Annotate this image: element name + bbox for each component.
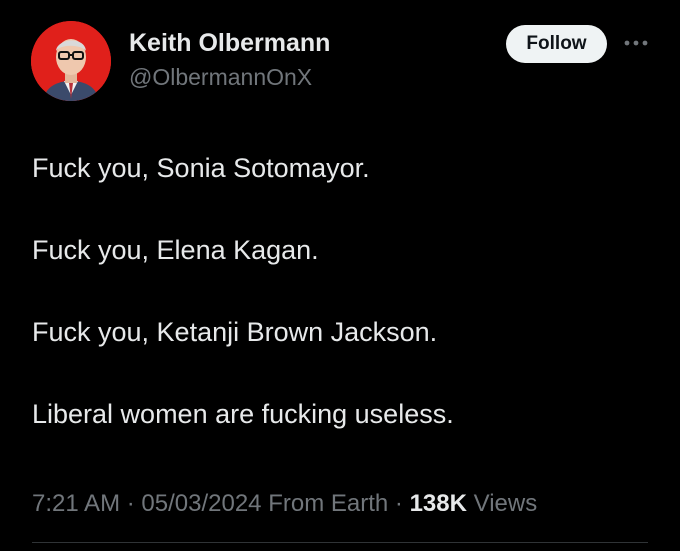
tweet-date[interactable]: 05/03/2024 bbox=[141, 490, 261, 517]
tweet-line: Liberal women are fucking useless. bbox=[32, 399, 454, 429]
avatar[interactable] bbox=[31, 21, 111, 101]
meta-separator bbox=[388, 490, 395, 517]
more-options-button[interactable] bbox=[621, 32, 651, 54]
author-handle[interactable]: @OlbermannOnX bbox=[129, 63, 330, 91]
tweet-line: Fuck you, Elena Kagan. bbox=[32, 235, 319, 265]
user-avatar-photo-icon bbox=[31, 21, 111, 101]
more-dots-icon bbox=[624, 40, 648, 46]
tweet-metadata: 7:21 AM · 05/03/2024 From Earth · 138K V… bbox=[32, 488, 537, 520]
follow-button[interactable]: Follow bbox=[506, 25, 607, 63]
divider bbox=[32, 542, 648, 543]
tweet-text: Fuck you, Sonia Sotomayor. Fuck you, Ele… bbox=[32, 150, 652, 432]
tweet-source: From Earth bbox=[268, 490, 389, 517]
meta-separator: · bbox=[394, 490, 403, 517]
views-count[interactable]: 138K bbox=[410, 490, 467, 517]
author-display-name[interactable]: Keith Olbermann bbox=[129, 28, 330, 58]
author-info: Keith Olbermann @OlbermannOnX bbox=[129, 28, 330, 91]
views-label: Views bbox=[473, 490, 538, 517]
tweet-time[interactable]: 7:21 AM bbox=[32, 490, 120, 517]
tweet-line: Fuck you, Ketanji Brown Jackson. bbox=[32, 317, 438, 347]
meta-separator: · bbox=[126, 490, 135, 517]
tweet-line: Fuck you, Sonia Sotomayor. bbox=[32, 153, 370, 183]
tweet-card: Keith Olbermann @OlbermannOnX Follow Fuc… bbox=[0, 0, 680, 551]
